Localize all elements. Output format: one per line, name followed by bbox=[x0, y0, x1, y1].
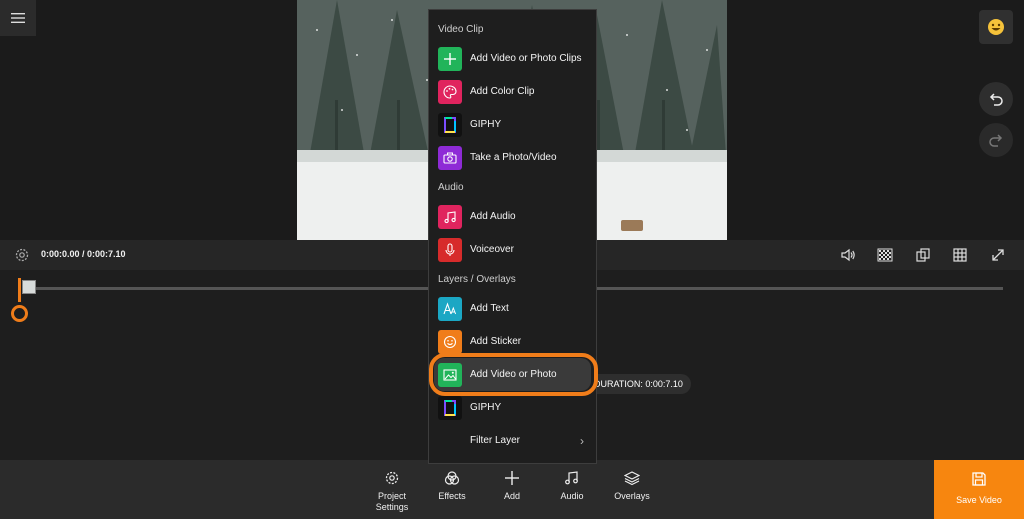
undo-button[interactable] bbox=[979, 82, 1013, 116]
effects-label: Effects bbox=[438, 491, 466, 501]
emoji-button[interactable] bbox=[979, 10, 1013, 44]
menu-item-label: GIPHY bbox=[470, 119, 502, 130]
playhead[interactable] bbox=[18, 278, 21, 302]
grinning-face-icon bbox=[988, 19, 1004, 35]
menu-item-add-text[interactable]: Add Text bbox=[429, 292, 596, 325]
menu-item-add-color-clip[interactable]: Add Color Clip bbox=[429, 75, 596, 108]
gear-icon bbox=[385, 471, 399, 485]
section-video-clip: Video Clip bbox=[438, 24, 484, 35]
menu-item-label: Add Sticker bbox=[470, 336, 522, 347]
project-settings-button[interactable]: Project Settings bbox=[362, 460, 422, 519]
redo-button[interactable] bbox=[979, 123, 1013, 157]
overlays-label: Overlays bbox=[614, 491, 650, 501]
chevron-right-icon: › bbox=[580, 433, 584, 448]
menu-item-take-photo-video[interactable]: Take a Photo/Video bbox=[429, 141, 596, 174]
palette-icon bbox=[438, 79, 462, 104]
effects-button[interactable]: Effects bbox=[422, 460, 482, 519]
duration-badge: DURATION: 0:00:7.10 bbox=[584, 374, 691, 394]
menu-item-label: Take a Photo/Video bbox=[470, 152, 557, 163]
menu-item-label: Add Audio bbox=[470, 211, 516, 222]
checkerboard-icon[interactable] bbox=[877, 247, 893, 263]
save-video-label: Save Video bbox=[956, 495, 1002, 505]
volume-icon[interactable] bbox=[840, 247, 856, 263]
clip-thumbnail[interactable] bbox=[22, 280, 36, 294]
microphone-icon bbox=[438, 237, 462, 262]
grid-icon[interactable] bbox=[952, 247, 968, 263]
menu-item-label: Filter Layer bbox=[470, 435, 521, 446]
playback-time: 0:00:0.00 / 0:00:7.10 bbox=[41, 249, 126, 259]
camera-icon bbox=[438, 145, 462, 170]
fullscreen-icon[interactable] bbox=[990, 247, 1006, 263]
giphy-icon bbox=[438, 112, 462, 137]
menu-item-voiceover[interactable]: Voiceover bbox=[429, 233, 596, 266]
save-video-button[interactable]: Save Video bbox=[934, 460, 1024, 519]
layers-icon bbox=[624, 471, 640, 486]
add-label: Add bbox=[503, 491, 520, 501]
undo-icon bbox=[989, 93, 1003, 106]
text-icon bbox=[438, 296, 462, 321]
bottom-toolbar: Project Settings Effects Add Audio Overl… bbox=[0, 460, 1024, 519]
menu-item-add-video-or-photo-clips[interactable]: Add Video or Photo Clips bbox=[429, 42, 596, 75]
overlays-button[interactable]: Overlays bbox=[602, 460, 662, 519]
music-note-icon bbox=[438, 204, 462, 229]
menu-item-add-audio[interactable]: Add Audio bbox=[429, 200, 596, 233]
aspect-ratio-icon[interactable] bbox=[915, 247, 931, 263]
section-audio: Audio bbox=[438, 182, 464, 193]
add-button[interactable]: Add bbox=[482, 460, 542, 519]
hamburger-menu-button[interactable] bbox=[0, 0, 36, 36]
menu-item-giphy[interactable]: GIPHY bbox=[429, 108, 596, 141]
audio-button[interactable]: Audio bbox=[542, 460, 602, 519]
hamburger-icon bbox=[11, 13, 25, 23]
highlight-ring bbox=[429, 353, 598, 396]
menu-item-label: GIPHY bbox=[470, 402, 502, 413]
audio-label: Audio bbox=[560, 491, 584, 501]
video-editor-app: 0:00:0.00 / 0:00:7.10 DURATION: 0:00:7.1… bbox=[0, 0, 1024, 519]
smiley-icon bbox=[438, 329, 462, 354]
music-notes-icon bbox=[565, 471, 578, 485]
menu-item-filter-layer[interactable]: Filter Layer › bbox=[429, 424, 596, 457]
save-disk-icon bbox=[972, 472, 986, 486]
giphy-icon bbox=[438, 395, 462, 420]
project-settings-label: Project Settings bbox=[375, 491, 409, 512]
settings-gear-icon[interactable] bbox=[14, 247, 30, 263]
plus-icon bbox=[505, 471, 519, 485]
plus-icon bbox=[438, 46, 462, 71]
menu-item-label: Add Text bbox=[470, 303, 509, 314]
redo-icon bbox=[989, 134, 1003, 147]
menu-item-label: Add Video or Photo Clips bbox=[470, 53, 582, 64]
menu-item-label: Add Color Clip bbox=[470, 86, 535, 97]
menu-item-label: Voiceover bbox=[470, 244, 514, 255]
playhead-handle[interactable] bbox=[11, 305, 28, 322]
section-layers-overlays: Layers / Overlays bbox=[438, 274, 516, 285]
effects-icon bbox=[444, 471, 460, 485]
